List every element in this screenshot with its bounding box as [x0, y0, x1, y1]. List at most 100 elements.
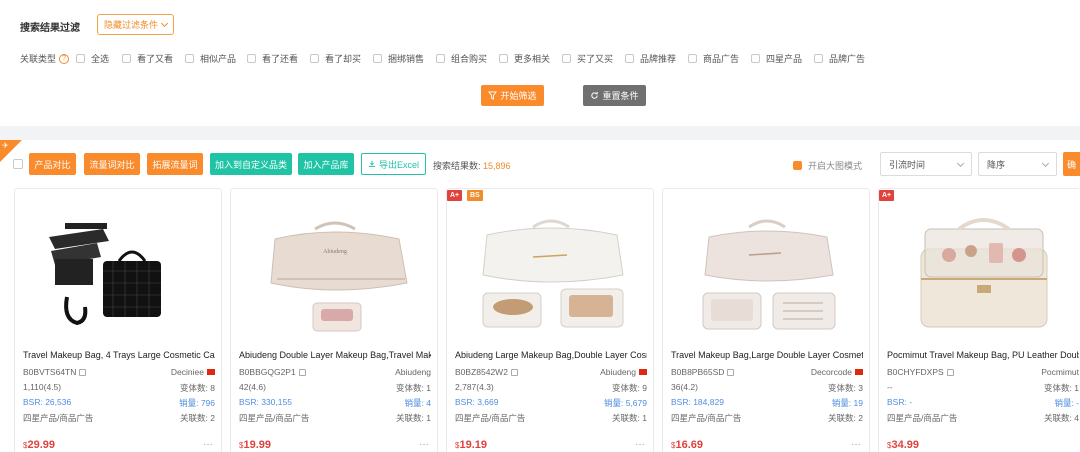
checkbox[interactable]	[310, 54, 319, 63]
big-image-checkbox[interactable]	[793, 161, 802, 170]
more-icon[interactable]: ···	[851, 439, 861, 450]
product-bsr-row: BSR: 26,536 销量: 796	[23, 397, 215, 409]
compare-products-button[interactable]: 产品对比	[29, 153, 76, 175]
help-icon[interactable]: ?	[59, 53, 70, 64]
product-card[interactable]: Travel Makeup Bag,Large Double Layer Cos…	[662, 188, 870, 452]
product-sales[interactable]: 销量: 4	[405, 397, 431, 409]
export-excel-label: 导出Excel	[378, 159, 419, 170]
filter-option-label: 更多相关	[514, 54, 551, 64]
more-icon[interactable]: ···	[635, 439, 645, 450]
checkbox[interactable]	[76, 54, 85, 63]
start-filter-button[interactable]: 开始筛选	[481, 85, 544, 106]
checkbox[interactable]	[625, 54, 634, 63]
product-source: 四星产品/商品广告	[23, 413, 94, 423]
filter-option-select-all[interactable]: 全选	[76, 52, 109, 65]
product-card[interactable]: Abiudeng Abiudeng Double Layer Makeup Ba…	[230, 188, 438, 452]
result-count-value: 15,896	[483, 161, 511, 171]
product-price: $29.99	[23, 439, 55, 451]
product-sales[interactable]: 销量: 19	[832, 397, 863, 409]
filter-option-more-related[interactable]: 更多相关	[499, 52, 550, 65]
expand-keywords-button[interactable]: 拓展流量词	[147, 153, 203, 175]
big-image-toggle[interactable]: 开启大图模式	[793, 159, 862, 172]
sort-field-select[interactable]: 引流时间	[880, 152, 972, 176]
product-brand: Decorcode	[810, 367, 852, 377]
checkbox[interactable]	[436, 54, 445, 63]
sort-order-value: 降序	[987, 159, 1006, 170]
product-image[interactable]	[879, 199, 1080, 339]
copy-icon[interactable]	[946, 369, 954, 376]
confirm-button[interactable]: 确	[1063, 152, 1080, 176]
svg-text:Abiudeng: Abiudeng	[323, 249, 347, 255]
filter-option-viewed-but-bought[interactable]: 看了却买	[310, 52, 361, 65]
price-value: 34.99	[891, 439, 919, 451]
filter-option-similar[interactable]: 相似产品	[185, 52, 236, 65]
filter-option-product-ad[interactable]: 商品广告	[688, 52, 739, 65]
checkbox[interactable]	[373, 54, 382, 63]
checkbox[interactable]	[247, 54, 256, 63]
product-rating: 1,110(4.5)	[23, 382, 62, 392]
more-icon[interactable]: ···	[203, 439, 213, 450]
more-icon[interactable]: ···	[419, 439, 429, 450]
product-source: 四星产品/商品广告	[239, 413, 310, 423]
select-all-checkbox[interactable]	[13, 159, 23, 169]
checkbox[interactable]	[185, 54, 194, 63]
filter-option-combo[interactable]: 组合购买	[436, 52, 487, 65]
product-rating-row: -- 变体数: 1	[887, 382, 1079, 394]
filter-option-brand-rec[interactable]: 品牌推荐	[625, 52, 676, 65]
reset-filter-button[interactable]: 重置条件	[583, 85, 646, 106]
product-sales[interactable]: 销量: 5,679	[604, 397, 647, 409]
product-sales[interactable]: 销量: -	[1054, 397, 1079, 409]
copy-icon[interactable]	[510, 369, 518, 376]
checkbox[interactable]	[122, 54, 131, 63]
filter-option-four-star[interactable]: 四星产品	[751, 52, 802, 65]
filter-icon	[488, 91, 498, 100]
checkbox[interactable]	[499, 54, 508, 63]
product-rating-row: 1,110(4.5) 变体数: 8	[23, 382, 215, 394]
checkbox[interactable]	[814, 54, 823, 63]
filter-option-viewed-also-viewed[interactable]: 看了还看	[247, 52, 298, 65]
compare-keywords-button[interactable]: 流量词对比	[84, 153, 140, 175]
product-title[interactable]: Travel Makeup Bag, 4 Trays Large Cosmeti…	[23, 350, 215, 360]
assoc-type-text: 关联类型	[20, 54, 57, 64]
product-image[interactable]: Abiudeng	[231, 199, 437, 339]
product-title[interactable]: Pocmimut Travel Makeup Bag, PU Leather D…	[887, 350, 1079, 360]
filter-option-label: 商品广告	[703, 54, 740, 64]
product-bsr-row: BSR: 184,829 销量: 19	[671, 397, 863, 409]
filter-option-label: 品牌广告	[829, 54, 866, 64]
add-custom-category-button[interactable]: 加入到自定义品类	[210, 153, 292, 175]
product-title[interactable]: Abiudeng Double Layer Makeup Bag,Travel …	[239, 350, 431, 360]
product-image[interactable]	[447, 199, 653, 339]
copy-icon[interactable]	[298, 369, 306, 376]
big-image-label: 开启大图模式	[808, 161, 863, 171]
filter-option-label: 相似产品	[200, 54, 237, 64]
checkbox[interactable]	[562, 54, 571, 63]
checkbox[interactable]	[688, 54, 697, 63]
export-excel-button[interactable]: 导出Excel	[361, 153, 426, 175]
copy-icon[interactable]	[727, 369, 735, 376]
copy-icon[interactable]	[79, 369, 87, 376]
product-asin-row: B0BVTS64TN Deciniee	[23, 367, 215, 377]
add-product-library-button[interactable]: 加入产品库	[298, 153, 354, 175]
filter-option-also-viewed[interactable]: 看了又看	[122, 52, 173, 65]
product-sales[interactable]: 销量: 796	[179, 397, 215, 409]
filter-option-label: 组合购买	[451, 54, 488, 64]
product-source-row: 四星产品/商品广告 关联数: 1	[455, 412, 647, 424]
product-title[interactable]: Travel Makeup Bag,Large Double Layer Cos…	[671, 350, 863, 360]
filter-option-also-bought[interactable]: 买了又买	[562, 52, 613, 65]
checkbox[interactable]	[751, 54, 760, 63]
product-card[interactable]: Travel Makeup Bag, 4 Trays Large Cosmeti…	[14, 188, 222, 452]
product-image[interactable]	[663, 199, 869, 339]
hide-filter-label: 隐藏过滤条件	[103, 20, 158, 30]
product-price: $19.19	[455, 439, 487, 451]
product-card[interactable]: A+ Pocmimut Travel Makeup Bag, PU Leathe…	[878, 188, 1080, 452]
product-card[interactable]: A+ BS Abiudeng Large Makeup Bag,Double L…	[446, 188, 654, 452]
filter-option-brand-ad[interactable]: 品牌广告	[814, 52, 865, 65]
product-image[interactable]	[15, 199, 221, 339]
product-title[interactable]: Abiudeng Large Makeup Bag,Double Layer C…	[455, 350, 647, 360]
download-icon	[368, 160, 376, 167]
sort-order-select[interactable]: 降序	[978, 152, 1057, 176]
filter-option-bundle[interactable]: 捆绑销售	[373, 52, 424, 65]
hide-filter-button[interactable]: 隐藏过滤条件	[97, 14, 174, 35]
refresh-icon	[591, 91, 599, 99]
product-source-row: 四星产品/商品广告 关联数: 4	[887, 412, 1079, 424]
